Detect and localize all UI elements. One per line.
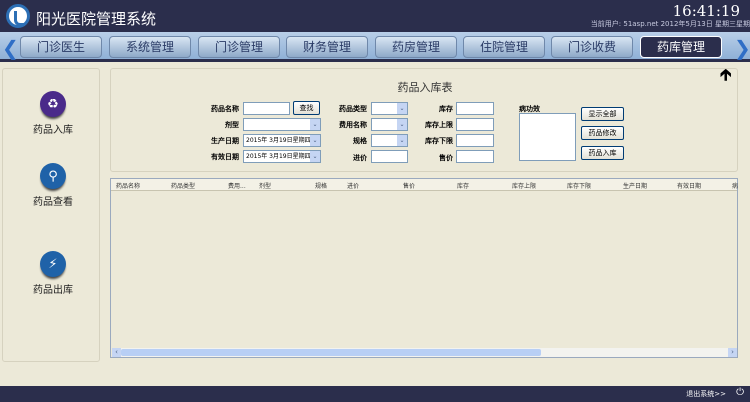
tab-outpatient-billing[interactable]: 门诊收费	[551, 36, 633, 58]
purchase-price-label: 进价	[353, 154, 367, 162]
sidebar-item-label: 药品入库	[33, 125, 73, 136]
sidebar: ♻ 药品入库 ⚲ 药品查看 ⚡ 药品出库	[2, 68, 100, 362]
production-date-picker[interactable]: 2015年 3月19日星期四 ⌄	[243, 134, 321, 147]
sidebar-item-label: 药品查看	[33, 197, 73, 208]
column-header[interactable]: 库存上限	[512, 181, 536, 190]
sell-price-input[interactable]	[456, 150, 494, 163]
tab-outpatient-management[interactable]: 门诊管理	[198, 36, 280, 58]
tab-finance-management[interactable]: 财务管理	[286, 36, 368, 58]
search-icon: ⚲	[40, 163, 66, 189]
column-header[interactable]: 药品名称	[116, 181, 140, 190]
header: 阳光医院管理系统 16:41:19 当前用户: 51asp.net 2012年5…	[0, 0, 750, 32]
clock: 16:41:19	[672, 2, 740, 20]
scroll-right-icon[interactable]: ❯	[734, 36, 750, 60]
tab-pharmacy-management[interactable]: 药房管理	[375, 36, 457, 58]
spec-label: 规格	[353, 137, 367, 145]
power-icon[interactable]: ⏻	[736, 387, 744, 398]
stock-in-button[interactable]: 药品入库	[581, 146, 624, 160]
tab-inpatient-management[interactable]: 住院管理	[463, 36, 545, 58]
drug-type-label: 药品类型	[339, 105, 367, 113]
table-header: 药品名称 药品类型 费用... 剂型 规格 进价 售价 库存 库存上限 库存下限…	[111, 179, 738, 191]
purchase-price-input[interactable]	[371, 150, 408, 163]
show-all-button[interactable]: 显示全部	[581, 107, 624, 121]
module-tab-bar: ❮ 门诊医生 系统管理 门诊管理 财务管理 药房管理 住院管理 门诊收费 药库管…	[0, 32, 750, 62]
app-title: 阳光医院管理系统	[36, 10, 157, 28]
dosage-select[interactable]: ⌄	[243, 118, 321, 131]
drug-type-select[interactable]: ⌄	[371, 102, 408, 115]
stock-min-label: 库存下限	[425, 137, 453, 145]
production-date-label: 生产日期	[211, 137, 239, 145]
form-title: 药品入库表	[397, 81, 453, 94]
stock-label: 库存	[439, 105, 453, 113]
column-header[interactable]: 售价	[403, 181, 415, 190]
chevron-down-icon: ⌄	[310, 151, 320, 162]
tab-system-management[interactable]: 系统管理	[109, 36, 191, 58]
footer: 退出系统>> ⏻	[0, 386, 750, 402]
sidebar-item-label: 药品出库	[33, 285, 73, 296]
column-header[interactable]: 库存	[457, 181, 469, 190]
chevron-down-icon: ⌄	[310, 119, 320, 130]
edit-drug-button[interactable]: 药品修改	[581, 126, 624, 140]
sidebar-item-drug-stock-out[interactable]: ⚡ 药品出库	[13, 251, 93, 296]
sidebar-item-drug-stock-in[interactable]: ♻ 药品入库	[13, 91, 93, 136]
stock-input[interactable]	[456, 102, 494, 115]
logout-link[interactable]: 退出系统>>	[686, 389, 726, 399]
stock-max-input[interactable]	[456, 118, 494, 131]
horizontal-scrollbar[interactable]: ‹ ›	[112, 348, 737, 357]
column-header[interactable]: 有效日期	[677, 181, 701, 190]
tab-drug-warehouse[interactable]: 药库管理	[640, 36, 722, 58]
expiry-date-value: 2015年 3月19日星期四	[246, 153, 311, 160]
hospital-logo-icon	[6, 4, 30, 28]
fee-name-label: 费用名称	[339, 121, 367, 129]
tab-outpatient-doctor[interactable]: 门诊医生	[20, 36, 102, 58]
stock-in-form: 药品入库表 药品名称 查找 剂型 ⌄ 生产日期 2015年 3月19日星期四 ⌄ …	[110, 68, 738, 172]
stock-min-input[interactable]	[456, 134, 494, 147]
scrollbar-thumb[interactable]	[121, 349, 541, 356]
expiry-date-picker[interactable]: 2015年 3月19日星期四 ⌄	[243, 150, 321, 163]
column-header[interactable]: 生产日期	[623, 181, 647, 190]
current-user-info: 当前用户: 51asp.net 2012年5月13日 星期三星期	[590, 20, 750, 28]
dosage-label: 剂型	[225, 121, 239, 129]
scroll-right-icon[interactable]: ›	[728, 348, 737, 357]
stock-max-label: 库存上限	[425, 121, 453, 129]
effect-textarea[interactable]	[519, 113, 576, 161]
chevron-down-icon: ⌄	[397, 135, 407, 146]
drug-table[interactable]: 药品名称 药品类型 费用... 剂型 规格 进价 售价 库存 库存上限 库存下限…	[110, 178, 738, 358]
chevron-down-icon: ⌄	[397, 103, 407, 114]
production-date-value: 2015年 3月19日星期四	[246, 137, 311, 144]
column-header[interactable]: 费用...	[228, 181, 246, 190]
search-button[interactable]: 查找	[293, 101, 320, 115]
scroll-left-icon[interactable]: ‹	[112, 348, 121, 357]
fee-name-select[interactable]: ⌄	[371, 118, 408, 131]
scroll-left-icon[interactable]: ❮	[2, 36, 19, 60]
column-header[interactable]: 进价	[347, 181, 359, 190]
expiry-date-label: 有效日期	[211, 153, 239, 161]
lightning-icon: ⚡	[40, 251, 66, 277]
column-header[interactable]: 规格	[315, 181, 327, 190]
drug-name-input[interactable]	[243, 102, 290, 115]
spec-select[interactable]: ⌄	[371, 134, 408, 147]
sidebar-item-drug-view[interactable]: ⚲ 药品查看	[13, 163, 93, 208]
column-header[interactable]: 库存下限	[567, 181, 591, 190]
column-header[interactable]: 病	[732, 181, 738, 190]
chevron-down-icon: ⌄	[310, 135, 320, 146]
drug-name-label: 药品名称	[211, 105, 239, 113]
chevron-down-icon: ⌄	[397, 119, 407, 130]
column-header[interactable]: 药品类型	[171, 181, 195, 190]
sell-price-label: 售价	[439, 154, 453, 162]
column-header[interactable]: 剂型	[259, 181, 271, 190]
recycle-icon: ♻	[40, 91, 66, 117]
